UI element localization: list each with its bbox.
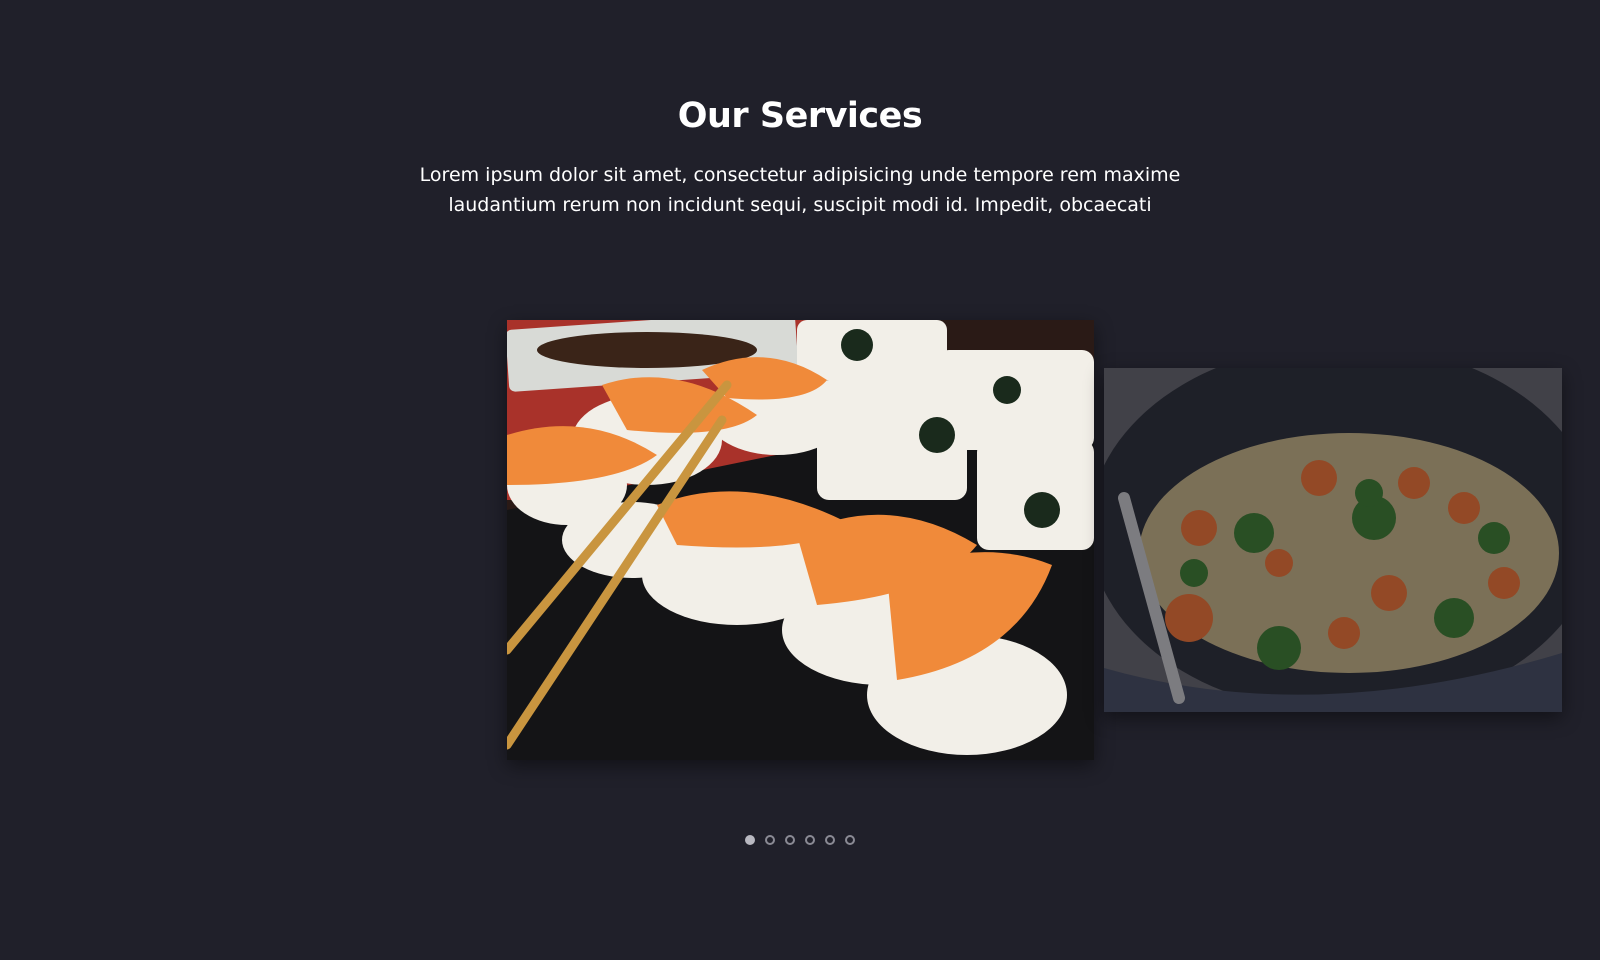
carousel-dot-1[interactable] — [745, 835, 755, 845]
carousel-slide-sushi[interactable] — [507, 320, 1094, 760]
section-title: Our Services — [677, 96, 923, 136]
section-description: Lorem ipsum dolor sit amet, consectetur … — [419, 164, 1181, 216]
carousel-pagination — [745, 835, 855, 845]
carousel-slide-fried-rice[interactable] — [1104, 368, 1562, 712]
sushi-platter-photo — [507, 320, 1094, 760]
carousel-dot-3[interactable] — [785, 835, 795, 845]
carousel-dot-6[interactable] — [845, 835, 855, 845]
fried-rice-pan-photo — [1104, 368, 1562, 712]
carousel-dot-4[interactable] — [805, 835, 815, 845]
carousel-dot-5[interactable] — [825, 835, 835, 845]
services-section: Our Services Lorem ipsum dolor sit amet,… — [0, 0, 1600, 960]
carousel-dot-2[interactable] — [765, 835, 775, 845]
